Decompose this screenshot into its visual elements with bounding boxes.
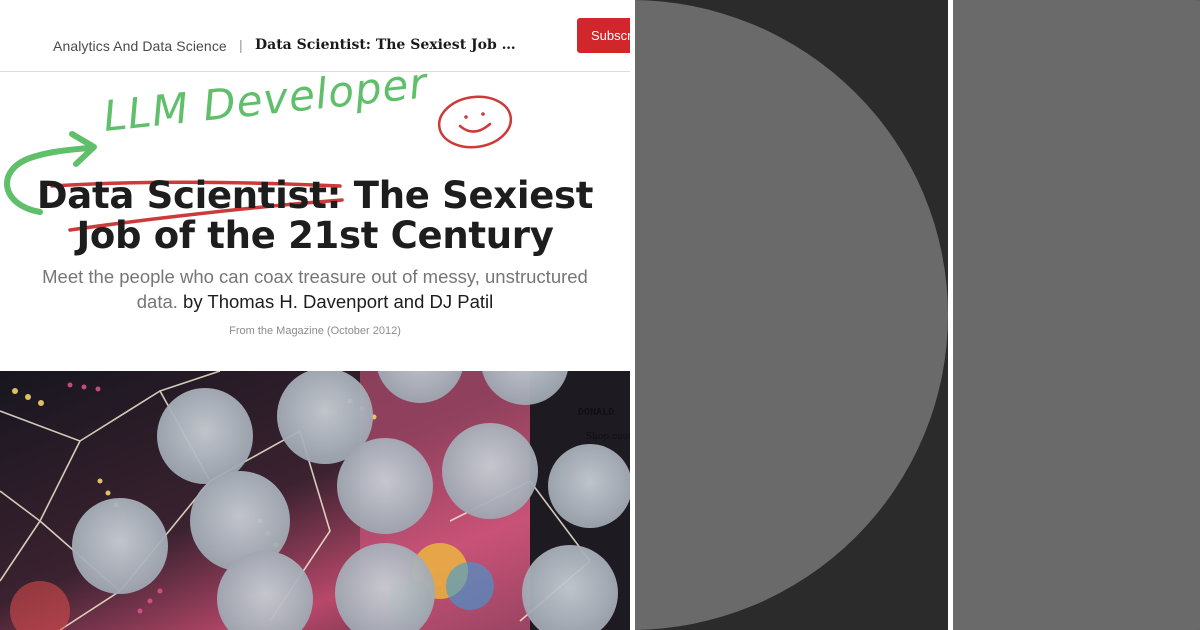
placeholder-disc [635,0,948,630]
byline[interactable]: by Thomas H. Davenport and DJ Patil [183,291,493,312]
article-headline: Data Scientist: The Sexiest Job of the 2… [30,176,600,256]
smiley-icon [437,95,513,149]
headline-line1-rest: : The Sexiest [326,174,594,217]
article-dek: Meet the people who can coax treasure ou… [40,264,590,314]
placeholder-disc [953,0,1200,630]
article-card: Analytics And Data Science | Data Scient… [0,0,630,630]
placeholder-tile-1 [635,0,948,630]
placeholder-tile-2 [953,0,1200,630]
headline-line2: Job of the 21st Century [76,214,554,257]
hero-image: DONALD Shop course [0,371,630,630]
publication-info: From the Magazine (October 2012) [229,325,401,337]
collage-text-shop: Shop course [586,432,630,442]
headline-struck-text: Data Scientist [36,174,327,217]
collage-text-donald: DONALD [578,407,614,418]
